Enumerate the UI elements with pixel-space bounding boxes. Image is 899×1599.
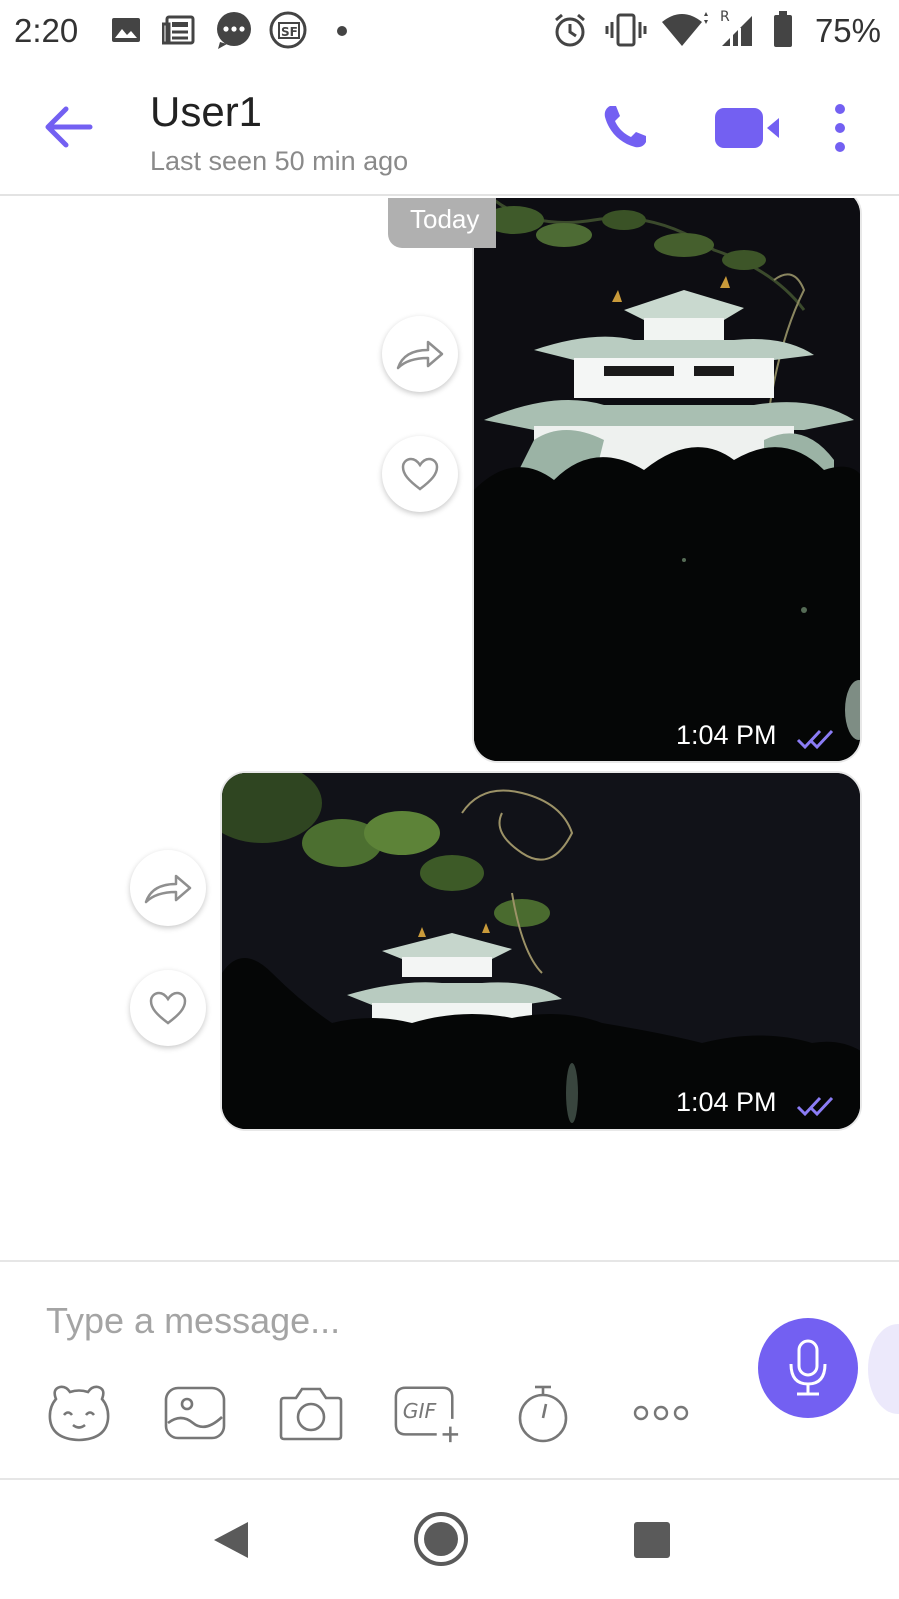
- like-button[interactable]: [382, 436, 458, 512]
- chat-bubble-icon: [214, 10, 254, 55]
- chat-header: User1 Last seen 50 min ago: [0, 62, 899, 196]
- gif-button[interactable]: GIF: [392, 1380, 462, 1446]
- camera-button[interactable]: [276, 1380, 346, 1446]
- vertical-dots-icon: [835, 104, 845, 152]
- video-call-button[interactable]: [713, 106, 781, 150]
- square-recents-icon: [634, 1522, 670, 1558]
- mic-shadow: [868, 1324, 899, 1414]
- date-separator: Today: [388, 198, 496, 248]
- photo-time: 1:04 PM: [676, 1087, 777, 1117]
- forward-button[interactable]: [130, 850, 206, 926]
- nav-back-button[interactable]: [200, 1510, 260, 1570]
- castle-photo-image: [222, 773, 860, 1129]
- call-button[interactable]: [600, 102, 650, 152]
- gallery-button[interactable]: [160, 1380, 230, 1446]
- back-button[interactable]: [40, 102, 96, 152]
- microphone-icon: [789, 1339, 827, 1396]
- like-button[interactable]: [130, 970, 206, 1046]
- more-options-icon: [633, 1405, 689, 1421]
- phone-icon: [604, 106, 646, 148]
- battery-percent: 75%: [814, 12, 881, 49]
- message-input[interactable]: [46, 1294, 696, 1348]
- status-bar: 2:20 SF R 75%: [0, 0, 899, 62]
- forward-button[interactable]: [382, 316, 458, 392]
- photo-message[interactable]: 1:04 PM: [220, 771, 862, 1131]
- system-nav-bar: [0, 1480, 899, 1599]
- photo-time: 1:04 PM: [676, 720, 777, 750]
- notification-dot-icon: [336, 24, 348, 42]
- nav-recents-button[interactable]: [622, 1510, 682, 1570]
- battery-icon: [772, 10, 794, 53]
- home-circle-icon: [414, 1512, 468, 1566]
- video-camera-icon: [715, 108, 779, 148]
- signal-icon: R: [716, 8, 756, 53]
- castle-photo-image: [474, 198, 860, 761]
- arrow-left-icon: [45, 106, 93, 148]
- heart-icon: [401, 457, 439, 491]
- status-time: 2:20: [14, 12, 79, 49]
- more-tools-button[interactable]: [626, 1380, 696, 1446]
- photo-message[interactable]: 1:04 PM: [472, 198, 862, 763]
- gallery-icon: [110, 14, 142, 51]
- voice-message-button[interactable]: [758, 1318, 858, 1418]
- nav-home-button[interactable]: [412, 1510, 470, 1568]
- wifi-icon: [660, 10, 710, 53]
- contact-status: Last seen 50 min ago: [150, 146, 409, 176]
- sf-app-icon: SF: [268, 10, 310, 55]
- news-icon: [161, 14, 196, 51]
- triangle-back-icon: [214, 1522, 248, 1558]
- gif-icon: GIF: [394, 1386, 459, 1443]
- message-composer: GIF: [0, 1260, 899, 1480]
- vibrate-icon: [604, 12, 648, 53]
- more-options-button[interactable]: [830, 102, 850, 154]
- forward-arrow-icon: [144, 874, 192, 904]
- sticker-icon: [48, 1385, 110, 1442]
- gif-label: GIF: [403, 1399, 437, 1423]
- sticker-button[interactable]: [44, 1380, 114, 1446]
- gallery-icon: [164, 1386, 226, 1440]
- chat-area[interactable]: 1:04 PM Today 1:04 PM: [0, 198, 899, 1260]
- timer-button[interactable]: [508, 1380, 578, 1446]
- svg-text:R: R: [720, 9, 730, 25]
- heart-icon: [149, 991, 187, 1025]
- contact-name[interactable]: User1: [150, 88, 262, 136]
- alarm-icon: [552, 12, 588, 53]
- svg-text:SF: SF: [281, 25, 298, 39]
- forward-arrow-icon: [396, 340, 444, 370]
- camera-icon: [279, 1387, 343, 1441]
- timer-icon: [518, 1385, 568, 1443]
